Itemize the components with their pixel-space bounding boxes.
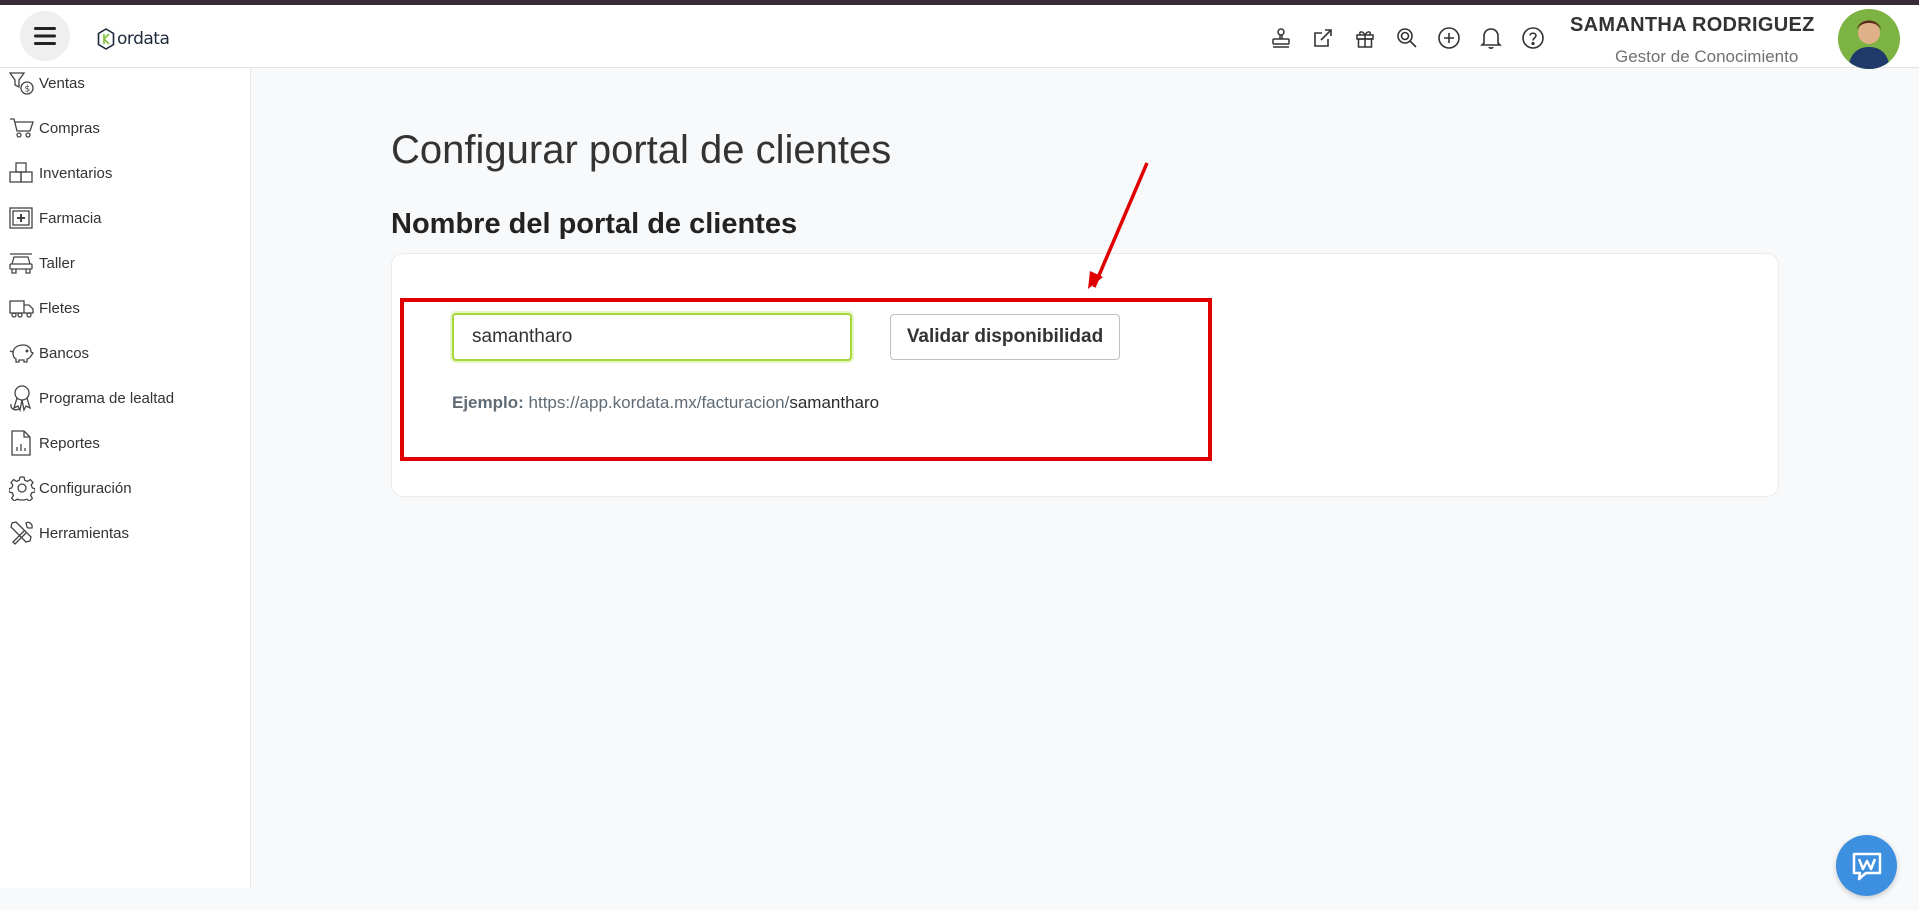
sidebar: $ Ventas Compras Inventarios Farmacia Ta… (0, 68, 251, 888)
user-role: Gestor de Conocimiento (1615, 47, 1799, 66)
logo-text: ordata (117, 29, 170, 49)
sales-icon: $ (9, 69, 39, 97)
sidebar-item-label: Herramientas (39, 524, 130, 542)
help-button[interactable] (1518, 23, 1548, 53)
add-button[interactable] (1434, 23, 1464, 53)
example-username: samantharo (789, 393, 880, 412)
sidebar-item-inventarios[interactable]: Inventarios (9, 159, 112, 187)
truck-icon (9, 294, 39, 322)
stamp-button[interactable] (1266, 23, 1296, 53)
sidebar-item-fletes[interactable]: Fletes (9, 294, 80, 322)
sidebar-item-programa-de-lealtad[interactable]: Programa de lealtad (9, 384, 174, 412)
user-name[interactable]: SAMANTHA RODRIGUEZ (1570, 14, 1815, 37)
search-zoom-icon (1397, 28, 1417, 48)
bell-icon (1480, 28, 1502, 49)
sidebar-item-bancos[interactable]: Bancos (9, 339, 89, 367)
sidebar-item-label: Programa de lealtad (39, 389, 175, 407)
sidebar-item-ventas[interactable]: $ Ventas (9, 69, 85, 97)
top-header: ordata SAMANTHA RODRIGUEZ Gestor de Cono… (0, 5, 1919, 69)
external-link-icon (1314, 29, 1332, 47)
validate-availability-button[interactable]: Validar disponibilidad (890, 314, 1120, 360)
section-title: Nombre del portal de clientes (391, 208, 798, 240)
sidebar-item-label: Taller (39, 254, 75, 272)
avatar-photo (1838, 9, 1900, 69)
example-base-url: https://app.kordata.mx/facturacion/ (528, 393, 790, 412)
stamp-icon (1272, 28, 1290, 48)
kordata-logo[interactable]: ordata (97, 28, 170, 50)
sidebar-item-label: Compras (39, 119, 100, 137)
hamburger-icon (34, 27, 56, 45)
avatar[interactable] (1838, 9, 1900, 69)
sidebar-item-label: Reportes (39, 434, 100, 452)
gear-icon (9, 474, 39, 502)
sidebar-item-label: Configuración (39, 479, 132, 497)
sidebar-item-configuracion[interactable]: Configuración (9, 474, 132, 502)
pharmacy-icon (9, 204, 39, 232)
tools-icon (9, 519, 39, 547)
sidebar-item-herramientas[interactable]: Herramientas (9, 519, 129, 547)
chat-support-button[interactable] (1836, 835, 1897, 896)
kordata-logo-icon (97, 28, 115, 50)
sidebar-item-taller[interactable]: Taller (9, 249, 75, 277)
sidebar-item-label: Inventarios (39, 164, 113, 182)
report-icon (9, 429, 39, 457)
svg-text:$: $ (25, 85, 31, 95)
header-icon-bar (1266, 23, 1560, 53)
notifications-button[interactable] (1476, 23, 1506, 53)
boxes-icon (9, 159, 39, 187)
sidebar-item-farmacia[interactable]: Farmacia (9, 204, 102, 232)
search-zoom-button[interactable] (1392, 23, 1422, 53)
portal-name-card (391, 253, 1779, 497)
loyalty-icon (9, 384, 39, 412)
sidebar-item-label: Bancos (39, 344, 90, 362)
chat-icon (1852, 852, 1881, 880)
cart-icon (9, 114, 39, 142)
sidebar-item-reportes[interactable]: Reportes (9, 429, 100, 457)
portal-name-input[interactable] (452, 313, 852, 361)
car-icon (9, 249, 39, 277)
sidebar-item-compras[interactable]: Compras (9, 114, 100, 142)
sidebar-item-label: Fletes (39, 299, 80, 317)
sidebar-item-label: Ventas (39, 74, 85, 92)
sidebar-item-label: Farmacia (39, 209, 102, 227)
menu-toggle-button[interactable] (20, 11, 70, 61)
add-circle-icon (1438, 27, 1460, 49)
help-icon (1522, 27, 1544, 49)
gift-button[interactable] (1350, 23, 1380, 53)
piggy-bank-icon (9, 339, 39, 367)
external-link-button[interactable] (1308, 23, 1338, 53)
example-label: Ejemplo: (452, 393, 524, 412)
example-url: Ejemplo: https://app.kordata.mx/facturac… (452, 393, 879, 413)
page-title: Configurar portal de clientes (391, 128, 892, 172)
gift-icon (1356, 31, 1374, 48)
